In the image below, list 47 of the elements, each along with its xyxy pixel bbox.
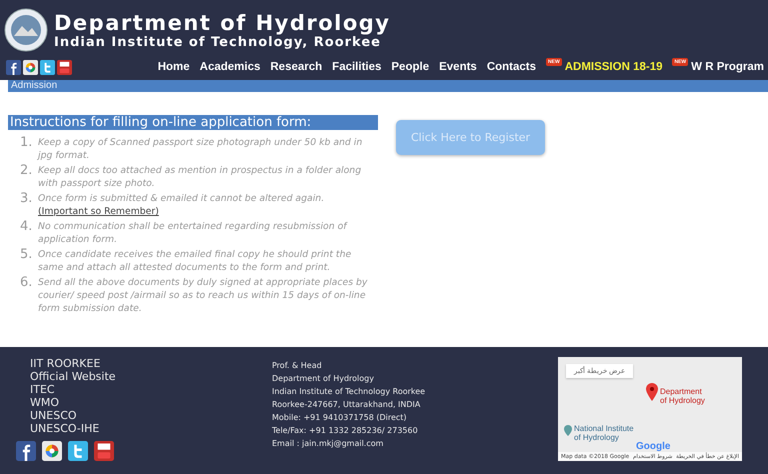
list-number: 1. <box>20 136 34 152</box>
twitter-icon[interactable] <box>40 60 55 74</box>
map-marker-icon <box>564 425 572 436</box>
map-place-label: National Institute of Hydrology <box>574 424 634 442</box>
address-line: Roorkee-247667, Uttarakhand, INDIA <box>272 399 422 411</box>
list-number: 2. <box>20 164 34 180</box>
site-title: Department of Hydrology <box>54 10 390 34</box>
site-subtitle: Indian Institute of Technology, Roorkee <box>54 34 382 50</box>
map-pin-icon <box>646 383 658 401</box>
instruction-text: Keep a copy of Scanned passport size photograph under 50 kb and in jpg format. <box>38 136 364 162</box>
address-line: Prof. & Head <box>272 360 323 372</box>
important-link[interactable]: (Important so Remember) <box>38 206 159 217</box>
footer-link[interactable]: IIT ROORKEE <box>30 357 272 370</box>
footer-link[interactable]: ITEC <box>30 383 272 396</box>
instruction-text: Keep all docs too attached as mention in prospectus in a folder along with passport size photo. <box>38 164 362 190</box>
breadcrumb-bar: Admission <box>8 80 768 92</box>
section-heading: Instructions for filling on-line application form: <box>8 115 378 130</box>
nav-link[interactable]: Events <box>439 61 477 73</box>
nav-link[interactable]: Home <box>158 61 190 73</box>
facebook-icon[interactable] <box>6 60 21 74</box>
footer-link[interactable]: Official Website <box>30 370 272 383</box>
address-line: Mobile: +91 9410371758 (Direct) <box>272 412 408 424</box>
address-line: Tele/Fax: +91 1332 285236/ 273560 <box>272 425 419 437</box>
map-place-label: Department of Hydrology <box>660 387 705 405</box>
instruction-text: No communication shall be entertained regarding resubmission of application form. <box>38 220 349 246</box>
nav-link[interactable]: Facilities <box>332 61 382 73</box>
list-number: 3. <box>20 192 34 208</box>
nav-link[interactable]: Research <box>270 61 322 73</box>
nav-link[interactable]: Academics <box>200 61 260 73</box>
facebook-icon[interactable] <box>16 441 36 461</box>
instruction-text: Send all the above documents by duly signed at appropriate places by courier/ speed post /airmail so as to reach us within 15 days of on-line form submission date. <box>38 276 368 315</box>
address-line: Email : jain.mkj@gmail.com <box>272 438 384 450</box>
nav-link[interactable]: People <box>391 61 430 73</box>
footer-link[interactable]: WMO <box>30 396 272 409</box>
footer-link[interactable]: UNESCO <box>30 409 272 422</box>
photos-icon[interactable] <box>23 60 38 74</box>
emblem-logo <box>4 8 48 52</box>
nav-link[interactable]: Contacts <box>486 61 536 73</box>
instruction-text: Once form is submitted & emailed it cannot be altered again. (Important so Remember) <box>38 192 326 218</box>
list-number: 5. <box>20 248 34 264</box>
address-line: Indian Institute of Technology Roorkee <box>272 386 426 398</box>
map-logo: Google <box>636 441 670 452</box>
footer-link[interactable]: UNESCO-IHE <box>30 422 272 435</box>
list-number: 4. <box>20 220 34 236</box>
instruction-text: Once candidate receives the emailed final copy he should print the same and attach all attested documents to the form and print. <box>38 248 352 274</box>
address-line: Department of Hydrology <box>272 373 375 385</box>
list-number: 6. <box>20 276 34 292</box>
